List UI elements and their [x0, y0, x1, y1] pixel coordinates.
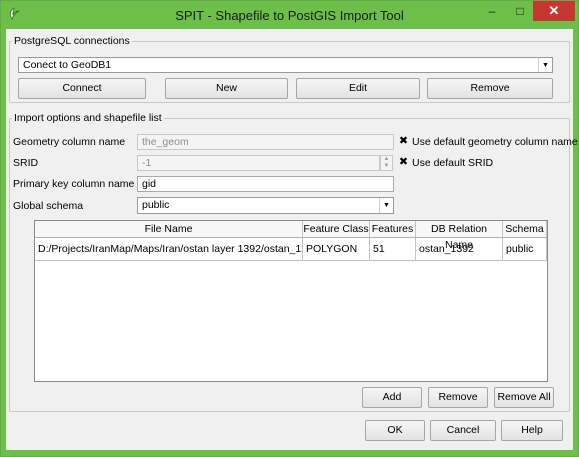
geometry-column-label: Geometry column name	[13, 136, 126, 148]
connections-group-title: PostgreSQL connections	[14, 35, 130, 47]
default-srid-checkbox[interactable]: ✖	[398, 157, 409, 168]
column-header-feature-class[interactable]: Feature Class	[303, 221, 370, 237]
edit-connection-button[interactable]: Edit	[296, 78, 420, 99]
cancel-button[interactable]: Cancel	[430, 420, 496, 441]
remove-all-files-button[interactable]: Remove All	[494, 387, 554, 408]
cell-db-relation-name[interactable]: ostan_1392	[416, 238, 503, 260]
remove-connection-button[interactable]: Remove	[427, 78, 553, 99]
geometry-column-input[interactable]: the_geom	[137, 134, 394, 150]
remove-file-button[interactable]: Remove	[428, 387, 488, 408]
column-header-file-name[interactable]: File Name	[35, 221, 303, 237]
cell-schema[interactable]: public	[503, 238, 547, 260]
column-header-db-relation-name[interactable]: DB Relation Name	[416, 221, 503, 251]
global-schema-label: Global schema	[13, 200, 84, 212]
connection-select[interactable]: Conect to GeoDB1 ▼	[18, 57, 553, 73]
srid-spinner[interactable]: ▲ ▼	[380, 155, 393, 171]
title-bar[interactable]: SPIT - Shapefile to PostGIS Import Tool …	[1, 1, 578, 29]
default-srid-label: Use default SRID	[412, 157, 494, 169]
srid-label: SRID	[13, 157, 39, 169]
spin-down-icon[interactable]: ▼	[381, 163, 392, 170]
connection-select-value: Conect to GeoDB1	[23, 59, 112, 71]
global-schema-value: public	[142, 199, 170, 211]
table-header: File Name Feature Class Features DB Rela…	[35, 221, 547, 251]
column-header-features[interactable]: Features	[370, 221, 416, 237]
column-header-schema[interactable]: Schema	[503, 221, 547, 237]
primary-key-label: Primary key column name	[13, 178, 135, 190]
spin-up-icon[interactable]: ▲	[381, 156, 392, 163]
default-geometry-checkbox[interactable]: ✖	[398, 136, 409, 147]
import-options-group-title: Import options and shapefile list	[14, 112, 162, 124]
new-connection-button[interactable]: New	[165, 78, 288, 99]
cell-features[interactable]: 51	[370, 238, 416, 260]
maximize-icon[interactable]: □	[507, 1, 533, 21]
help-button[interactable]: Help	[501, 420, 563, 441]
global-schema-select[interactable]: public ▼	[137, 197, 394, 214]
connect-button[interactable]: Connect	[18, 78, 146, 99]
spit-dialog-window: SPIT - Shapefile to PostGIS Import Tool …	[0, 0, 579, 457]
dropdown-arrow-icon[interactable]: ▼	[538, 58, 552, 72]
table-row[interactable]: D:/Projects/IranMap/Maps/Iran/ostan laye…	[35, 238, 547, 261]
ok-button[interactable]: OK	[365, 420, 425, 441]
default-geometry-label: Use default geometry column name	[412, 136, 578, 148]
primary-key-input[interactable]: gid	[137, 176, 394, 192]
close-icon[interactable]: ✕	[533, 1, 575, 21]
srid-input[interactable]: -1	[137, 155, 380, 171]
dropdown-arrow-icon[interactable]: ▼	[379, 198, 393, 213]
minimize-icon[interactable]: –	[479, 1, 505, 21]
shapefile-table[interactable]: File Name Feature Class Features DB Rela…	[34, 220, 548, 382]
cell-feature-class[interactable]: POLYGON	[303, 238, 370, 260]
add-file-button[interactable]: Add	[362, 387, 422, 408]
cell-file-name[interactable]: D:/Projects/IranMap/Maps/Iran/ostan laye…	[35, 238, 303, 260]
dialog-body: PostgreSQL connections Conect to GeoDB1 …	[6, 29, 578, 450]
